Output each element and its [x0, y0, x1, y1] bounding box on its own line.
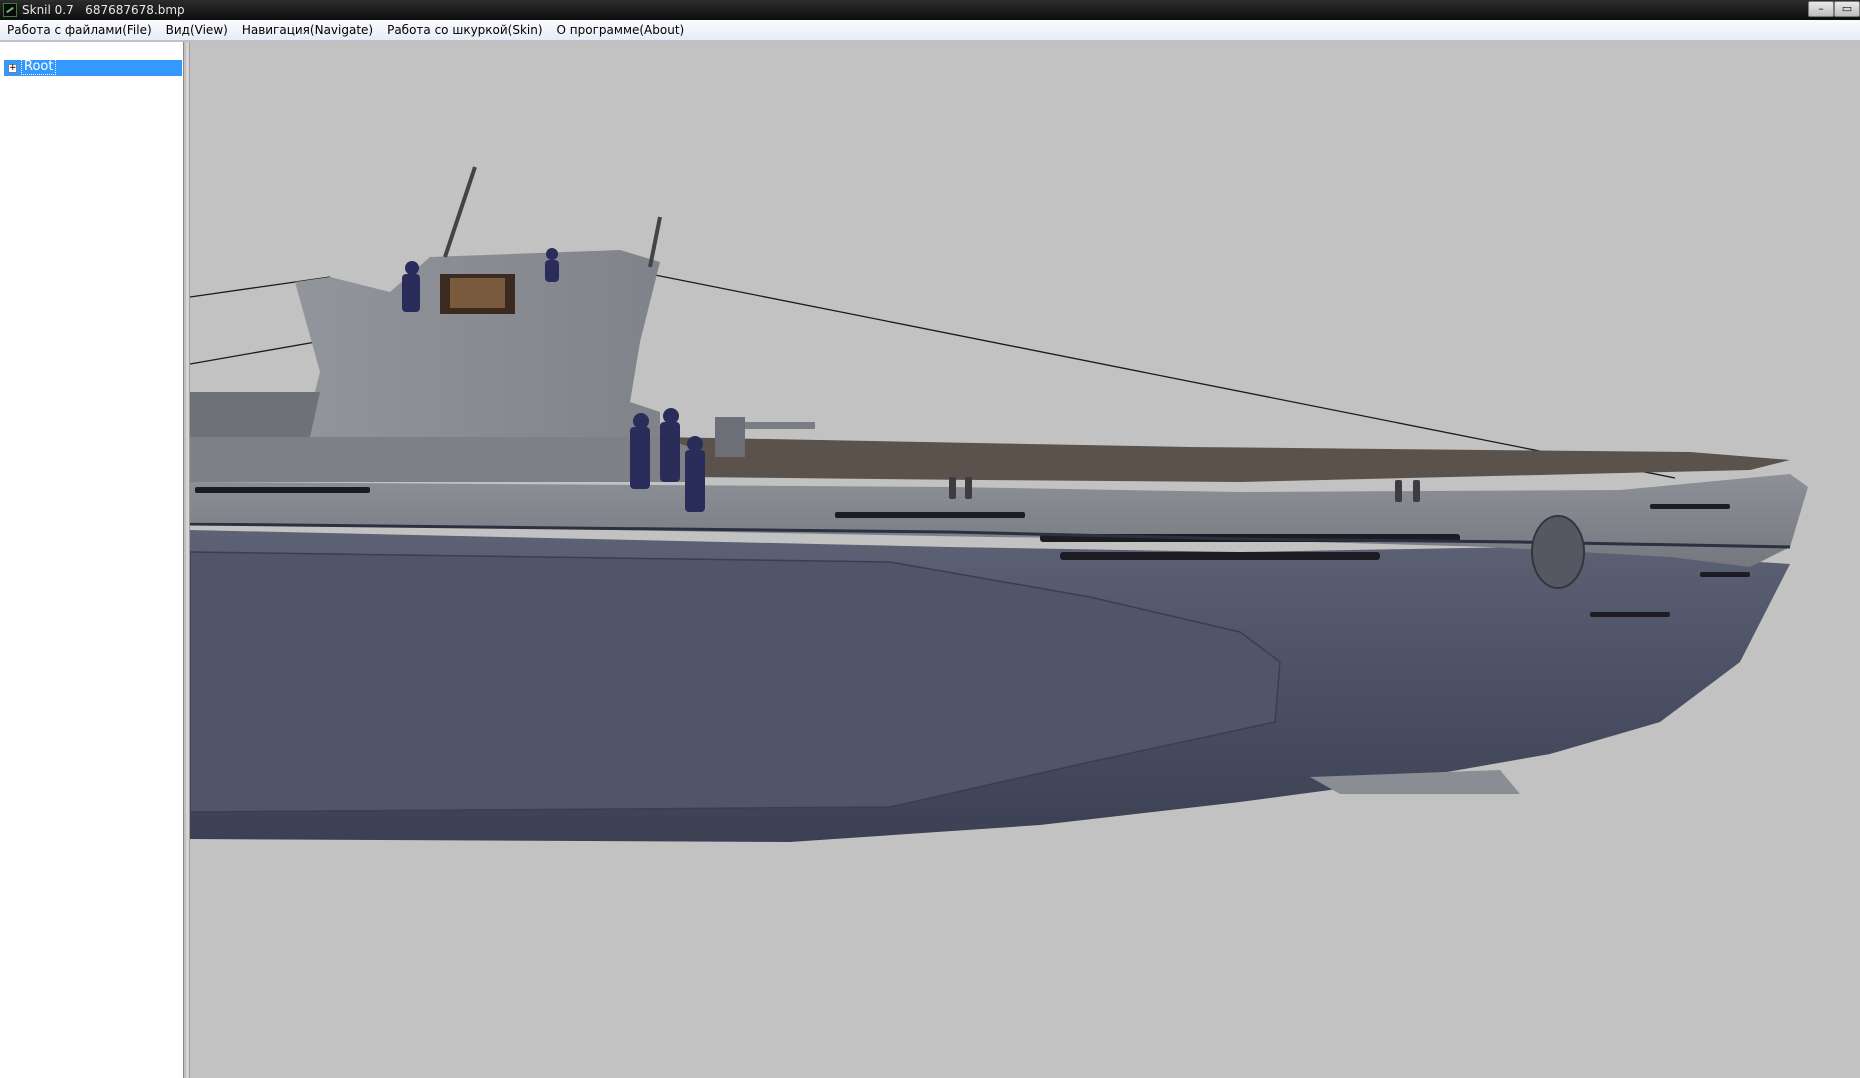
- menu-about[interactable]: О программе(About): [550, 20, 692, 40]
- title-bar[interactable]: Sknil 0.7 687687678.bmp – ▭: [0, 0, 1860, 20]
- 3d-viewport[interactable]: [190, 42, 1860, 1078]
- window-controls: – ▭: [1808, 0, 1860, 18]
- maximize-button[interactable]: ▭: [1834, 1, 1860, 17]
- app-window: Sknil 0.7 687687678.bmp – ▭ Работа с фай…: [0, 0, 1860, 1078]
- minimize-button[interactable]: –: [1808, 1, 1834, 17]
- app-icon: [3, 3, 17, 17]
- tree-item-root[interactable]: + Root: [4, 59, 182, 76]
- conning-tower: [190, 250, 690, 482]
- expand-icon[interactable]: +: [8, 64, 17, 73]
- menu-file[interactable]: Работа с файлами(File): [0, 20, 159, 40]
- menu-skin[interactable]: Работа со шкуркой(Skin): [380, 20, 549, 40]
- bow-emblem: [1531, 515, 1585, 589]
- window-title: Sknil 0.7 687687678.bmp: [22, 3, 185, 17]
- submarine-model-render: [190, 166, 1808, 842]
- tree-item-label: Root: [20, 59, 57, 75]
- menu-bar: Работа с файлами(File) Вид(View) Навигац…: [0, 20, 1860, 41]
- menu-navigate[interactable]: Навигация(Navigate): [235, 20, 380, 40]
- menu-view[interactable]: Вид(View): [159, 20, 235, 40]
- tree-panel[interactable]: + Root: [0, 42, 186, 1078]
